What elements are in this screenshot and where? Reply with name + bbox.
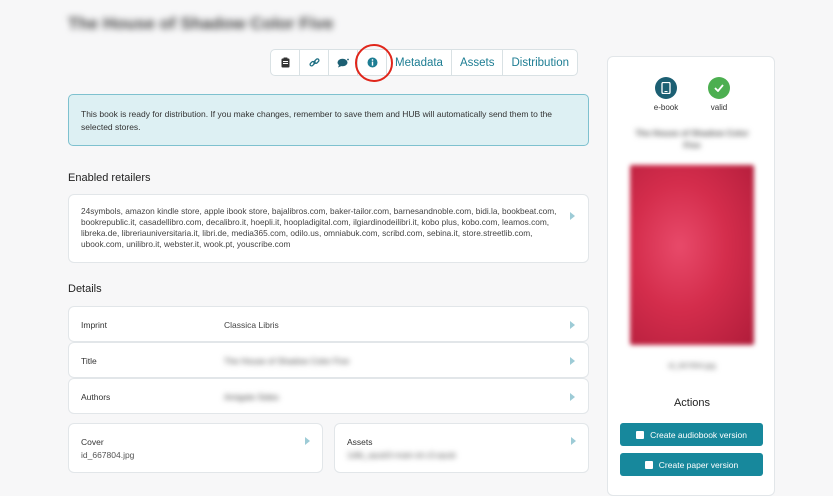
detail-value: Classica Libris [224,320,279,330]
retailers-list: 24symbols, amazon kindle store, apple ib… [81,206,557,249]
info-message: This book is ready for distribution. If … [81,109,553,132]
page-title: The House of Shadow Color Five [68,14,334,33]
retailers-heading: Enabled retailers [68,172,151,184]
chevron-right-icon [570,321,575,329]
status-label: valid [710,103,728,112]
create-paper-button[interactable]: Create paper version [620,453,763,476]
tab-distribution[interactable]: Distribution [503,50,577,75]
assets-card[interactable]: Assets 1dtb_epub3-main-id-c3.epub [334,423,589,473]
check-icon [708,77,730,99]
cover-caption: id_667804.jpg [668,361,716,370]
chevron-right-icon [570,212,575,220]
book-toolbar: Metadata Assets Distribution [270,49,578,76]
button-label: Create audiobook version [650,429,747,440]
detail-label: Authors [81,392,111,402]
cover-image [630,165,754,345]
retailers-card[interactable]: 24symbols, amazon kindle store, apple ib… [68,194,589,263]
button-label: Create paper version [658,459,739,470]
link-icon[interactable] [300,50,329,75]
details-heading: Details [68,283,102,295]
assets-label: Assets [347,437,373,447]
detail-row-imprint[interactable]: Imprint Classica Libris [68,306,589,342]
tab-metadata[interactable]: Metadata [387,50,452,75]
chevron-right-icon [570,357,575,365]
clipboard-icon[interactable] [271,50,300,75]
detail-label: Imprint [81,320,107,330]
chevron-right-icon [570,393,575,401]
cover-card[interactable]: Cover id_667804.jpg [68,423,323,473]
detail-row-authors[interactable]: Authors Amigate Sides [68,378,589,414]
book-summary-panel: e-book valid The House of Shadow Color F… [607,56,775,496]
copy-icon [636,430,645,439]
create-audiobook-button[interactable]: Create audiobook version [620,423,763,446]
chevron-right-icon [305,437,310,445]
detail-value: The House of Shadow Color Five [224,356,350,366]
chevron-right-icon [571,437,576,445]
copy-icon [644,460,653,469]
detail-row-title[interactable]: Title The House of Shadow Color Five [68,342,589,378]
cover-label: Cover [81,437,104,447]
cover-filename: id_667804.jpg [81,450,135,460]
book-title: The House of Shadow Color Five [635,128,749,150]
detail-label: Title [81,356,97,366]
tab-assets[interactable]: Assets [452,50,504,75]
distribution-info-alert: This book is ready for distribution. If … [68,94,589,146]
actions-heading: Actions [673,397,711,409]
ebook-icon [655,77,677,99]
assets-filename: 1dtb_epub3-main-id-c3.epub [347,450,456,460]
comment-icon[interactable] [329,50,358,75]
info-icon[interactable] [358,50,387,75]
detail-value: Amigate Sides [224,392,279,402]
format-label: e-book [653,103,679,112]
